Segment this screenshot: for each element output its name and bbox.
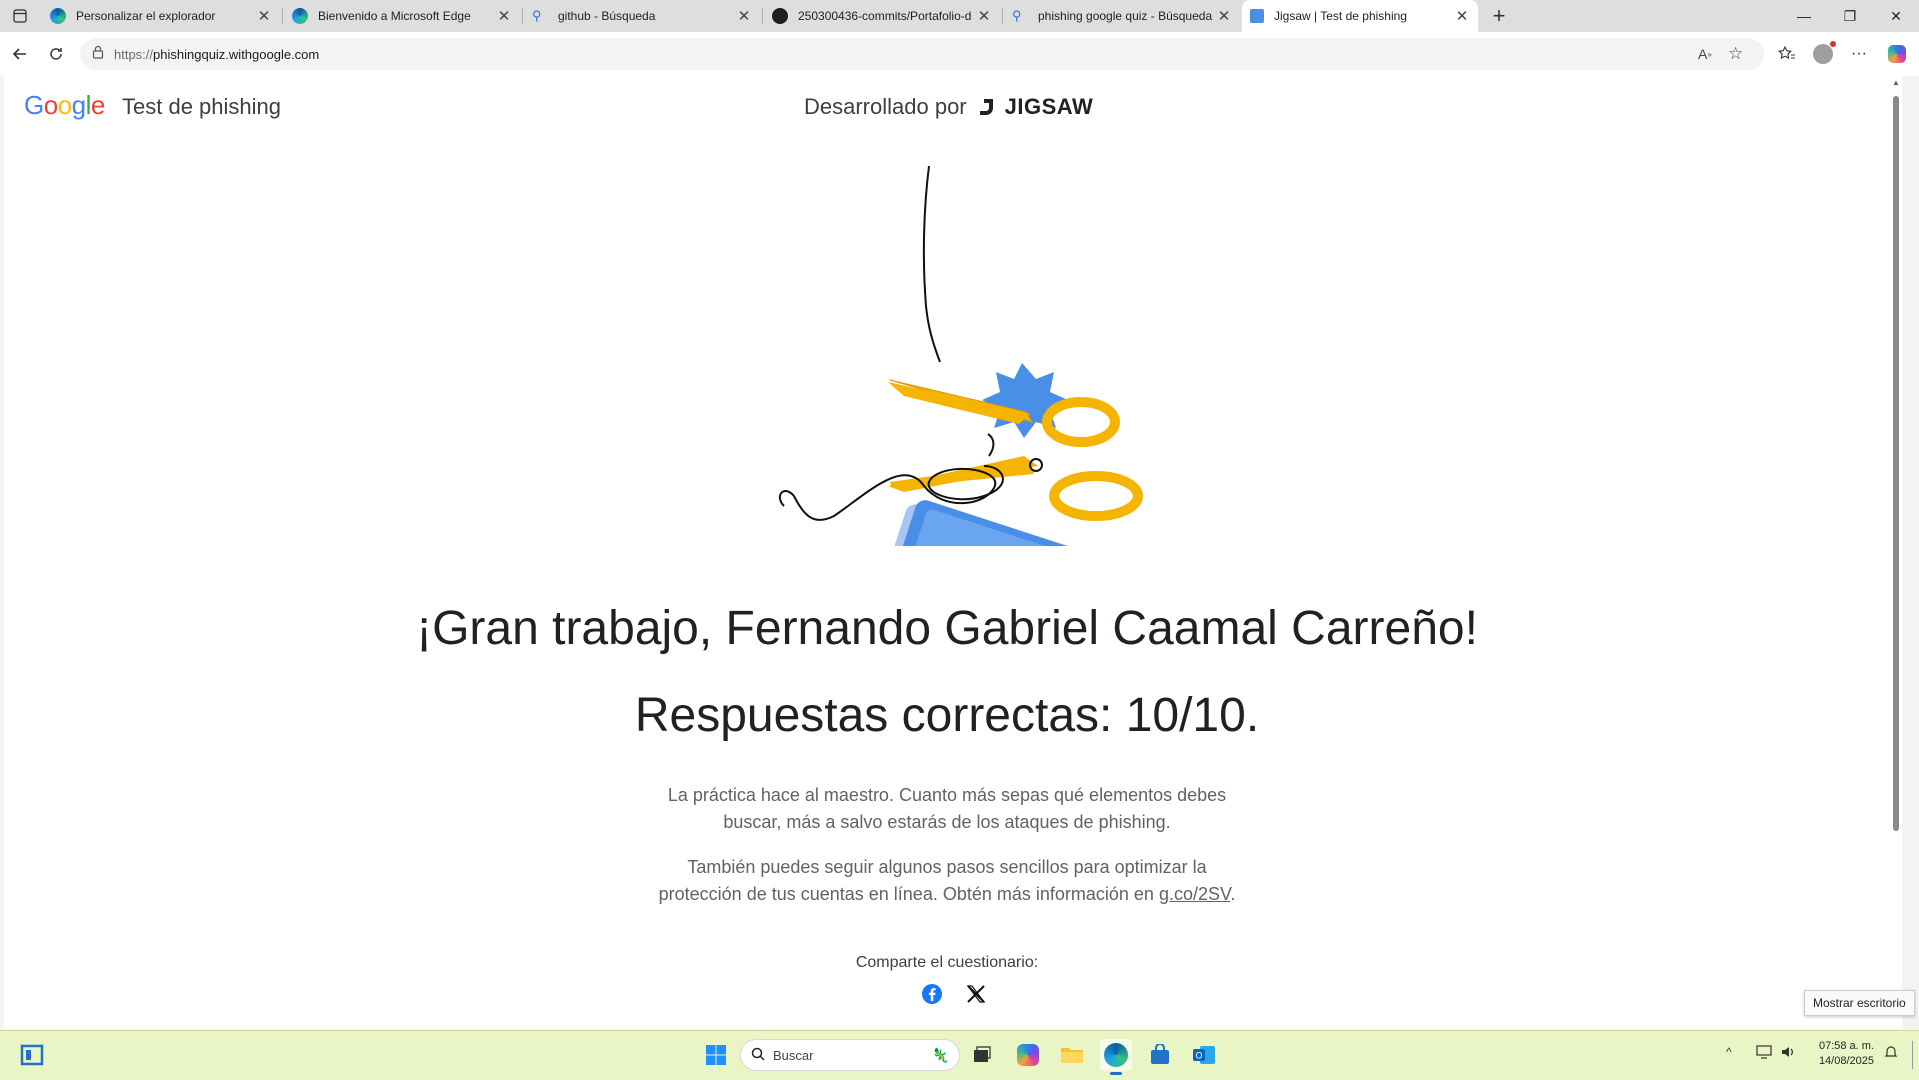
edge-icon [292, 8, 308, 24]
tab-personalizar[interactable]: Personalizar el explorador ✕ [42, 0, 280, 32]
notifications-icon[interactable] [1884, 1045, 1898, 1062]
facebook-icon[interactable] [920, 982, 944, 1006]
taskbar: Buscar 🦎 O ^ 07:58 a. m. 14/08/2025 [0, 1030, 1919, 1080]
close-icon[interactable]: ✕ [976, 7, 992, 25]
tab-actions-icon[interactable] [8, 5, 32, 27]
share-label: Comparte el cuestionario: [855, 954, 1039, 971]
developed-by: Desarrollado por JIGSAW [804, 94, 1093, 120]
volume-icon[interactable] [1780, 1045, 1796, 1062]
jigsaw-logo[interactable]: JIGSAW [977, 94, 1094, 120]
favorites-icon[interactable] [1772, 40, 1802, 68]
profile-avatar[interactable] [1808, 40, 1838, 68]
close-icon[interactable]: ✕ [256, 7, 272, 25]
close-icon[interactable]: ✕ [736, 7, 752, 25]
scissors-phone-illustration [778, 166, 1143, 546]
developed-by-label: Desarrollado por [804, 94, 967, 119]
tab-github-repo[interactable]: 250300436-commits/Portafolio-d ✕ [764, 0, 1000, 32]
search-placeholder: Buscar [773, 1047, 814, 1063]
security-line-2: protección de tus cuentas en línea. Obté… [658, 884, 1236, 904]
search-icon: ⚲ [1012, 8, 1022, 23]
refresh-button[interactable] [42, 40, 70, 68]
address-bar[interactable]: https://phishingquiz.withgoogle.com A» ☆ [80, 38, 1764, 70]
search-icon: ⚲ [532, 8, 542, 23]
security-line-1: También puedes seguir algunos pasos senc… [687, 857, 1207, 877]
refresh-icon [50, 48, 62, 60]
show-desktop-tooltip: Mostrar escritorio [1804, 990, 1915, 1016]
practice-line-2: buscar, más a salvo estarás de los ataqu… [723, 812, 1171, 832]
show-hidden-icons[interactable]: ^ [1726, 1045, 1732, 1059]
clock-time: 07:58 a. m. [1818, 1040, 1874, 1052]
tab-divider [1002, 8, 1003, 24]
close-icon[interactable]: ✕ [1454, 7, 1470, 25]
tab-jigsaw-active[interactable]: Jigsaw | Test de phishing ✕ [1242, 0, 1478, 32]
site-header: Google Test de phishing Desarrollado por… [4, 76, 1890, 136]
search-icon [751, 1047, 765, 1064]
2sv-link[interactable]: g.co/2SV [1159, 884, 1230, 904]
edge-taskbar-icon[interactable] [1100, 1039, 1132, 1075]
site-title: Test de phishing [122, 94, 281, 119]
file-explorer-icon[interactable] [1056, 1039, 1088, 1071]
tab-title: Bienvenido a Microsoft Edge [318, 9, 471, 23]
tab-phishing-search[interactable]: ⚲ phishing google quiz - Búsqueda ✕ [1004, 0, 1240, 32]
clock-date: 14/08/2025 [1818, 1055, 1874, 1067]
browser-toolbar: https://phishingquiz.withgoogle.com A» ☆… [0, 32, 1919, 76]
tab-strip: Personalizar el explorador ✕ Bienvenido … [0, 0, 1919, 32]
tab-github-search[interactable]: ⚲ github - Búsqueda ✕ [524, 0, 760, 32]
github-icon [772, 8, 788, 24]
tab-title: phishing google quiz - Búsqueda [1038, 9, 1213, 23]
copilot-app-icon[interactable] [1012, 1039, 1044, 1071]
lock-icon[interactable] [92, 45, 104, 64]
tab-divider [762, 8, 763, 24]
network-icon[interactable] [1756, 1045, 1772, 1062]
practice-line-1: La práctica hace al maestro. Cuanto más … [667, 785, 1227, 805]
restore-button[interactable]: ❐ [1827, 0, 1873, 32]
close-icon[interactable]: ✕ [1216, 7, 1232, 25]
copilot-icon[interactable] [1882, 40, 1912, 68]
system-clock[interactable]: 07:58 a. m. 14/08/2025 [1814, 1039, 1874, 1069]
tab-title: github - Búsqueda [558, 9, 656, 23]
tab-divider [522, 8, 523, 24]
show-desktop-button[interactable] [1912, 1041, 1913, 1069]
tab-bienvenido[interactable]: Bienvenido a Microsoft Edge ✕ [284, 0, 520, 32]
widgets-icon[interactable] [16, 1039, 48, 1071]
svg-text:O: O [1195, 1051, 1202, 1061]
tab-title: Jigsaw | Test de phishing [1274, 9, 1407, 23]
url-text[interactable]: https://phishingquiz.withgoogle.com [114, 47, 319, 62]
practice-paragraph: La práctica hace al maestro. Cuanto más … [4, 782, 1890, 836]
score-text: Respuestas correctas: 10/10. [634, 689, 1260, 742]
read-aloud-icon[interactable]: A» [1698, 38, 1712, 70]
page-viewport: Google Test de phishing Desarrollado por… [4, 76, 1902, 1029]
taskbar-search[interactable]: Buscar 🦎 [740, 1039, 960, 1071]
close-icon[interactable]: ✕ [496, 7, 512, 25]
task-view-icon[interactable] [966, 1039, 998, 1071]
tab-divider [282, 8, 283, 24]
more-options-icon[interactable]: ··· [1844, 40, 1874, 68]
share-buttons [920, 982, 988, 1006]
back-arrow-icon [12, 48, 26, 60]
security-paragraph: También puedes seguir algunos pasos senc… [4, 854, 1890, 908]
scroll-thumb[interactable] [1893, 96, 1899, 831]
back-button[interactable] [6, 40, 34, 68]
page-icon [1250, 9, 1264, 23]
search-highlight-icon: 🦎 [931, 1046, 949, 1063]
favorite-star-icon[interactable]: ☆ [1728, 38, 1743, 70]
close-window-button[interactable]: ✕ [1873, 0, 1919, 32]
new-tab-button[interactable]: + [1486, 3, 1512, 29]
scroll-up-icon[interactable]: ▲ [1890, 78, 1902, 88]
windows-start-icon[interactable] [700, 1039, 732, 1071]
result-headline: ¡Gran trabajo, Fernando Gabriel Caamal C… [416, 602, 1478, 655]
outlook-icon[interactable]: O [1188, 1039, 1220, 1071]
tab-title: 250300436-commits/Portafolio-d [798, 9, 972, 23]
minimize-button[interactable]: — [1781, 0, 1827, 32]
edge-icon [50, 8, 66, 24]
store-icon[interactable] [1144, 1039, 1176, 1071]
google-logo[interactable]: Google [24, 90, 105, 121]
jigsaw-mark-icon [979, 99, 993, 115]
tab-title: Personalizar el explorador [76, 9, 216, 23]
vertical-scrollbar[interactable]: ▲ [1890, 76, 1902, 1029]
x-icon[interactable] [964, 982, 988, 1006]
